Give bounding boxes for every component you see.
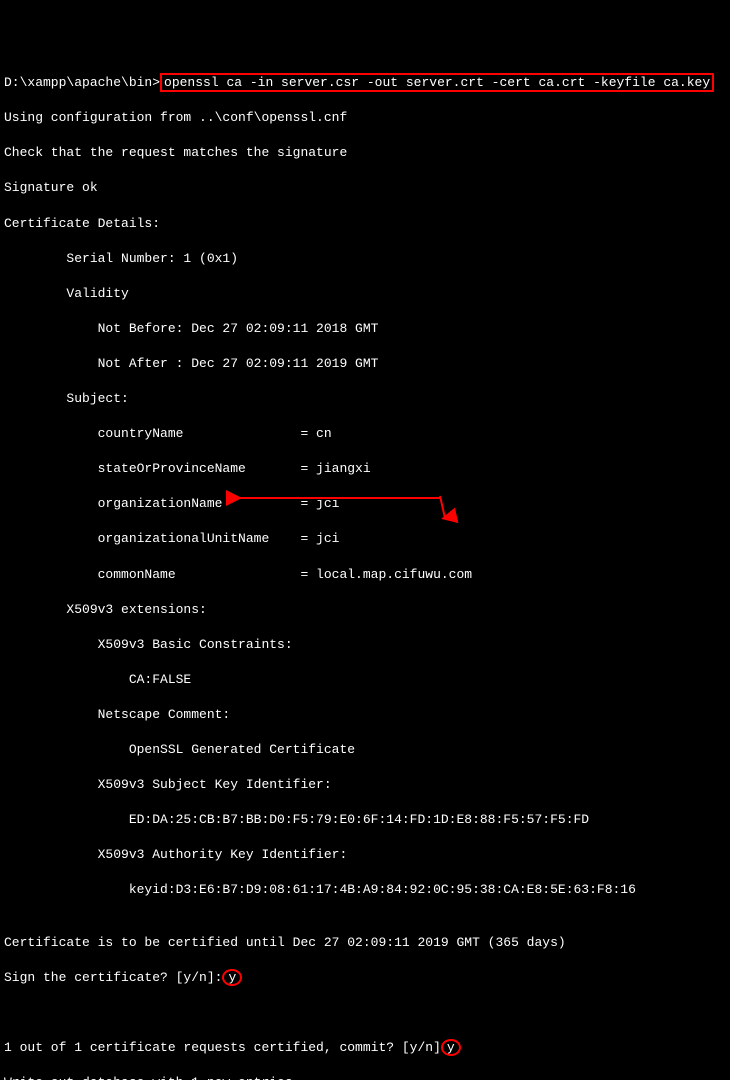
output-line: stateOrProvinceName = jiangxi xyxy=(4,460,726,478)
command-highlight-box: openssl ca -in server.csr -out server.cr… xyxy=(160,73,714,92)
output-line: Netscape Comment: xyxy=(4,706,726,724)
output-line: organizationalUnitName = jci xyxy=(4,530,726,548)
output-line: Write out database with 1 new entries xyxy=(4,1074,726,1080)
output-line: Validity xyxy=(4,285,726,303)
commit-input-highlight: y xyxy=(441,1039,461,1056)
output-line: Not After : Dec 27 02:09:11 2019 GMT xyxy=(4,355,726,373)
output-line: keyid:D3:E6:B7:D9:08:61:17:4B:A9:84:92:0… xyxy=(4,881,726,899)
prompt-commit: 1 out of 1 certificate requests certifie… xyxy=(4,1039,726,1057)
prompt-sign-cert: Sign the certificate? [y/n]: y xyxy=(4,969,726,987)
sign-input[interactable]: y xyxy=(228,970,236,985)
output-line: Certificate is to be certified until Dec… xyxy=(4,934,726,952)
output-line: Not Before: Dec 27 02:09:11 2018 GMT xyxy=(4,320,726,338)
output-line: Signature ok xyxy=(4,179,726,197)
sign-prompt-text: Sign the certificate? [y/n]: xyxy=(4,970,222,985)
output-line: X509v3 extensions: xyxy=(4,601,726,619)
output-line: countryName = cn xyxy=(4,425,726,443)
commit-input[interactable]: y xyxy=(447,1040,455,1055)
output-line: ED:DA:25:CB:B7:BB:D0:F5:79:E0:6F:14:FD:1… xyxy=(4,811,726,829)
output-line: Check that the request matches the signa… xyxy=(4,144,726,162)
output-line: X509v3 Authority Key Identifier: xyxy=(4,846,726,864)
output-line: OpenSSL Generated Certificate xyxy=(4,741,726,759)
output-line: Subject: xyxy=(4,390,726,408)
output-line: organizationName = jci xyxy=(4,495,726,513)
output-line: Serial Number: 1 (0x1) xyxy=(4,250,726,268)
output-line: CA:FALSE xyxy=(4,671,726,689)
output-line: X509v3 Subject Key Identifier: xyxy=(4,776,726,794)
output-line: commonName = local.map.cifuwu.com xyxy=(4,566,726,584)
command-line: D:\xampp\apache\bin> openssl ca -in serve… xyxy=(4,74,726,92)
output-line: Using configuration from ..\conf\openssl… xyxy=(4,109,726,127)
output-line: X509v3 Basic Constraints: xyxy=(4,636,726,654)
commit-prompt-text: 1 out of 1 certificate requests certifie… xyxy=(4,1040,441,1055)
output-line: Certificate Details: xyxy=(4,215,726,233)
openssl-command[interactable]: openssl ca -in server.csr -out server.cr… xyxy=(164,75,710,90)
sign-input-highlight: y xyxy=(222,969,242,986)
prompt-path: D:\xampp\apache\bin> xyxy=(4,75,160,90)
